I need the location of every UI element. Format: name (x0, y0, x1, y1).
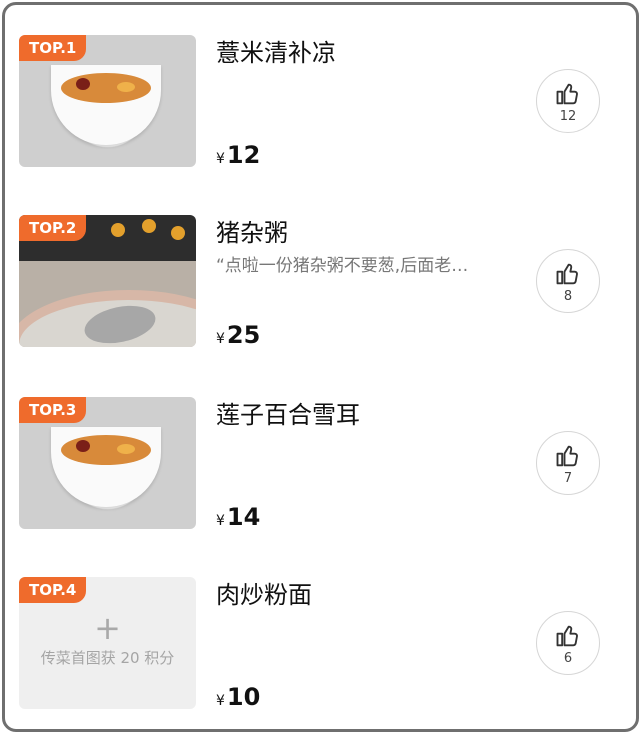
dish-price-1: ¥12 (216, 141, 260, 169)
dish-item-4[interactable]: TOP.4 + 传菜首图获 20 积分 肉炒粉面 ¥10 6 (5, 547, 636, 711)
dish-price-4: ¥10 (216, 683, 260, 711)
like-count-1: 12 (559, 109, 577, 124)
thumb-up-icon (556, 445, 578, 467)
recommended-dishes-panel: TOP.1 薏米清补凉 ¥12 12 TOP.2 猪杂粥 “点啦一份猪杂粥不要葱… (2, 2, 639, 732)
dish-name-4[interactable]: 肉炒粉面 (216, 575, 312, 610)
price-value: 14 (226, 503, 261, 531)
dish-name-1[interactable]: 薏米清补凉 (216, 33, 336, 68)
dish-image-placeholder-4[interactable]: TOP.4 + 传菜首图获 20 积分 (19, 577, 196, 709)
dish-image-3[interactable]: TOP.3 (19, 397, 196, 529)
upload-points-text: 传菜首图获 20 积分 (40, 649, 175, 667)
rank-badge-1: TOP.1 (19, 35, 87, 61)
like-count-2: 8 (563, 289, 573, 304)
price-value: 12 (226, 141, 261, 169)
dish-price-2: ¥25 (216, 321, 260, 349)
like-button-3[interactable]: 7 (536, 431, 600, 495)
bowl-image (51, 65, 161, 145)
like-button-1[interactable]: 12 (536, 69, 600, 133)
upload-photo-placeholder[interactable]: + 传菜首图获 20 积分 (19, 609, 196, 668)
dish-image-1[interactable]: TOP.1 (19, 35, 196, 167)
rank-badge-2: TOP.2 (19, 215, 87, 241)
price-value: 10 (226, 683, 261, 711)
bowl-image (51, 427, 161, 507)
dish-review-2[interactable]: “点啦一份猪杂粥不要葱,后面老… (216, 251, 508, 276)
currency-symbol: ¥ (216, 513, 225, 529)
plus-icon: + (94, 609, 121, 647)
like-count-3: 7 (563, 471, 573, 486)
like-button-2[interactable]: 8 (536, 249, 600, 313)
dish-item-3[interactable]: TOP.3 莲子百合雪耳 ¥14 7 (5, 367, 636, 531)
thumb-up-icon (556, 83, 578, 105)
dish-image-2[interactable]: TOP.2 (19, 215, 196, 347)
dish-name-3[interactable]: 莲子百合雪耳 (216, 395, 360, 430)
dish-item-2[interactable]: TOP.2 猪杂粥 “点啦一份猪杂粥不要葱,后面老… ¥25 8 (5, 185, 636, 349)
dish-name-2[interactable]: 猪杂粥 (216, 213, 288, 248)
thumb-up-icon (556, 625, 578, 647)
like-button-4[interactable]: 6 (536, 611, 600, 675)
currency-symbol: ¥ (216, 693, 225, 709)
currency-symbol: ¥ (216, 331, 225, 347)
price-value: 25 (226, 321, 261, 349)
dish-item-1[interactable]: TOP.1 薏米清补凉 ¥12 12 (5, 5, 636, 169)
rank-badge-3: TOP.3 (19, 397, 87, 423)
thumb-up-icon (556, 263, 578, 285)
like-count-4: 6 (563, 651, 573, 666)
currency-symbol: ¥ (216, 151, 225, 167)
dish-price-3: ¥14 (216, 503, 260, 531)
rank-badge-4: TOP.4 (19, 577, 87, 603)
